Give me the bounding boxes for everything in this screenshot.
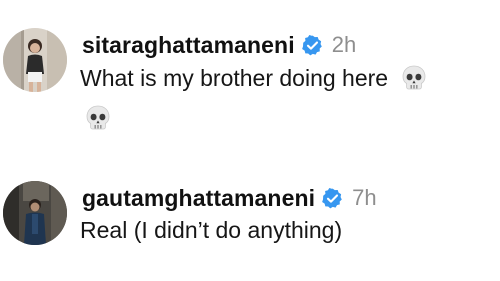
avatar[interactable] bbox=[3, 181, 67, 245]
username-link[interactable]: gautamghattamaneni bbox=[82, 185, 315, 212]
timestamp: 7h bbox=[352, 185, 377, 210]
skull-emoji-icon bbox=[84, 104, 112, 132]
verified-badge-icon bbox=[321, 187, 344, 210]
comment-header: gautamghattamaneni 7h bbox=[82, 183, 377, 213]
comment-text-line: Real (I didn’t do anything) bbox=[80, 217, 342, 244]
avatar[interactable] bbox=[3, 28, 67, 92]
comment-item: sitaraghattamaneni 2h What is my brother… bbox=[0, 22, 500, 142]
comment-header: sitaraghattamaneni 2h bbox=[82, 30, 356, 60]
comment-item: gautamghattamaneni 7h Real (I didn’t do … bbox=[0, 175, 500, 265]
username-link[interactable]: sitaraghattamaneni bbox=[82, 32, 295, 59]
skull-emoji-icon bbox=[400, 64, 428, 92]
timestamp: 2h bbox=[331, 32, 357, 57]
comment-text-line: What is my brother doing here bbox=[80, 64, 428, 92]
comment-text: Real (I didn’t do anything) bbox=[80, 217, 343, 243]
verified-badge-icon bbox=[301, 34, 324, 57]
comment-text: What is my brother doing here bbox=[80, 64, 389, 91]
comment-text-continuation bbox=[84, 104, 112, 137]
